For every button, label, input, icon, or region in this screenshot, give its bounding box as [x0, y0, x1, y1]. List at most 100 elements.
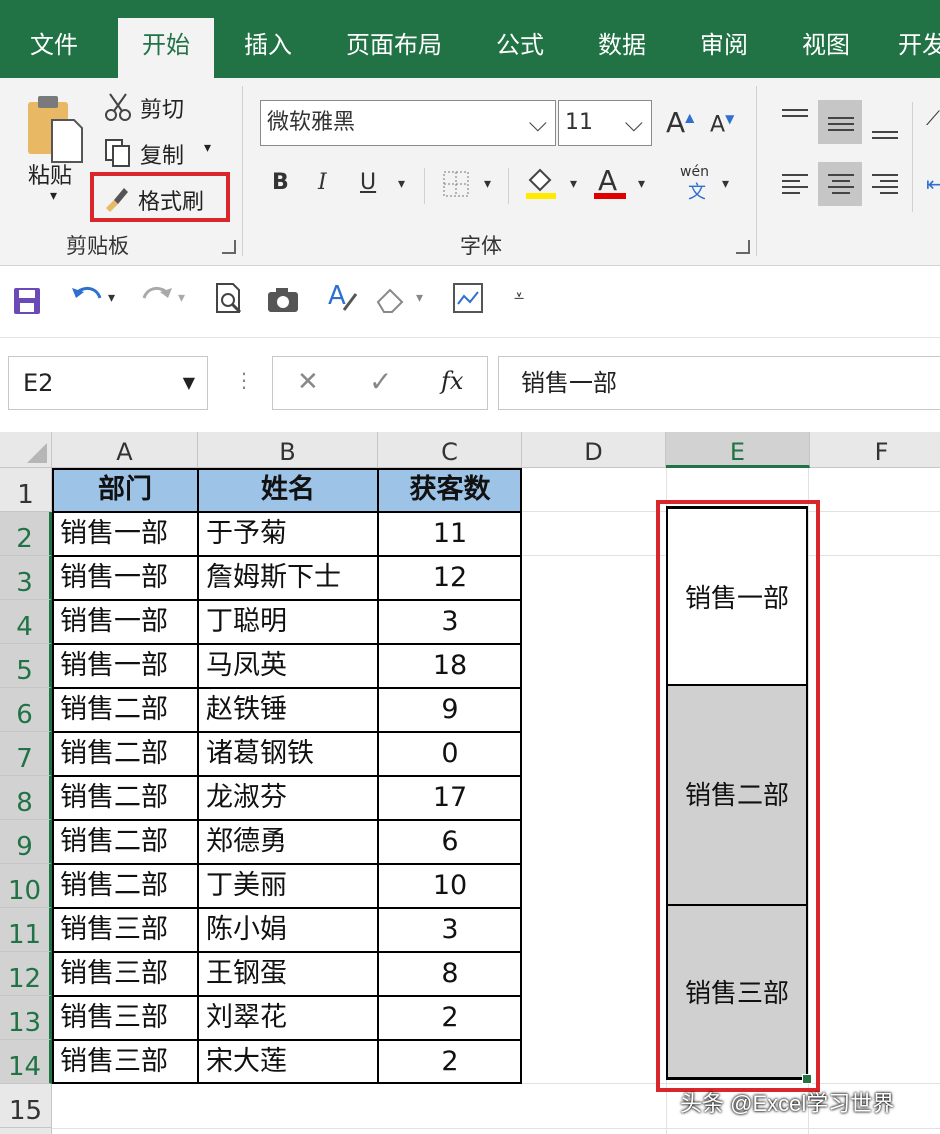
increase-font-icon[interactable]: A▲	[666, 106, 694, 139]
cell-department[interactable]: 销售三部	[52, 908, 198, 952]
tab-review[interactable]: 审阅	[678, 0, 770, 78]
indent-icon[interactable]: ⇤	[926, 172, 940, 196]
copy-button[interactable]: 复制 ▾	[104, 136, 224, 170]
cell-customers[interactable]: 8	[378, 952, 522, 996]
font-color-button[interactable]: A	[594, 164, 628, 200]
chevron-down-icon[interactable]: ▾	[178, 290, 185, 306]
cell-name[interactable]: 龙淑芬	[198, 776, 378, 820]
dialog-launcher-icon[interactable]	[222, 240, 236, 254]
cell-department[interactable]: 销售三部	[52, 1040, 198, 1084]
cell-name[interactable]: 赵铁锤	[198, 688, 378, 732]
font-name-select[interactable]: 微软雅黑 ⌵	[260, 100, 556, 146]
format-painter-button[interactable]: 格式刷	[102, 182, 222, 216]
cell-customers[interactable]: 0	[378, 732, 522, 776]
tab-home[interactable]: 开始	[118, 18, 214, 78]
table-header-department[interactable]: 部门	[52, 468, 198, 512]
row-header-5[interactable]: 5	[0, 644, 52, 688]
align-left-icon[interactable]	[780, 172, 810, 196]
row-header-16[interactable]: 16	[0, 1128, 52, 1134]
text-style-icon[interactable]: A	[326, 280, 360, 314]
cell-name[interactable]: 丁美丽	[198, 864, 378, 908]
row-header-11[interactable]: 11	[0, 908, 52, 952]
row-header-4[interactable]: 4	[0, 600, 52, 644]
cell-name[interactable]: 于予菊	[198, 512, 378, 556]
phonetic-button[interactable]: wén 文	[680, 164, 720, 204]
align-top-icon[interactable]	[780, 108, 810, 128]
cell-name[interactable]: 刘翠花	[198, 996, 378, 1040]
cell-name[interactable]: 马凤英	[198, 644, 378, 688]
row-header-10[interactable]: 10	[0, 864, 52, 908]
cell-customers[interactable]: 18	[378, 644, 522, 688]
borders-icon[interactable]	[442, 170, 470, 198]
cell-name[interactable]: 陈小娟	[198, 908, 378, 952]
row-header-13[interactable]: 13	[0, 996, 52, 1040]
chevron-down-icon[interactable]: ▾	[570, 176, 577, 192]
save-icon[interactable]	[12, 286, 42, 316]
name-box[interactable]: E2 ▼	[8, 356, 208, 410]
table-header-customers[interactable]: 获客数	[378, 468, 522, 512]
cell-name[interactable]: 詹姆斯下士	[198, 556, 378, 600]
row-header-1[interactable]: 1	[0, 468, 52, 512]
chevron-down-icon[interactable]: ▾	[108, 290, 115, 306]
column-header-a[interactable]: A	[52, 432, 198, 468]
cell-customers[interactable]: 3	[378, 908, 522, 952]
cell-name[interactable]: 王钢蛋	[198, 952, 378, 996]
row-header-2[interactable]: 2	[0, 512, 52, 556]
fill-handle[interactable]	[802, 1074, 812, 1084]
cell-department[interactable]: 销售一部	[52, 512, 198, 556]
tab-developer[interactable]: 开发	[886, 0, 940, 78]
cell-name[interactable]: 宋大莲	[198, 1040, 378, 1084]
cell-department[interactable]: 销售二部	[52, 864, 198, 908]
fill-color-icon[interactable]	[524, 166, 558, 200]
cell-name[interactable]: 诸葛钢铁	[198, 732, 378, 776]
cell-department[interactable]: 销售二部	[52, 820, 198, 864]
cell-customers[interactable]: 12	[378, 556, 522, 600]
redo-icon[interactable]	[140, 282, 174, 312]
formula-input[interactable]: 销售一部	[498, 356, 940, 410]
row-header-3[interactable]: 3	[0, 556, 52, 600]
cell-customers[interactable]: 2	[378, 996, 522, 1040]
chevron-down-icon[interactable]: ▾	[638, 176, 645, 192]
row-header-7[interactable]: 7	[0, 732, 52, 776]
cell-department[interactable]: 销售三部	[52, 952, 198, 996]
cell-customers[interactable]: 2	[378, 1040, 522, 1084]
tab-page-layout[interactable]: 页面布局	[330, 0, 458, 78]
tab-formulas[interactable]: 公式	[474, 0, 566, 78]
tab-file[interactable]: 文件	[0, 0, 108, 78]
camera-icon[interactable]	[266, 286, 300, 314]
align-bottom-icon[interactable]	[870, 122, 900, 142]
customize-toolbar-icon[interactable]: ⩡	[514, 286, 524, 307]
row-header-8[interactable]: 8	[0, 776, 52, 820]
select-all-button[interactable]	[0, 432, 52, 468]
tab-data[interactable]: 数据	[576, 0, 668, 78]
cell-customers[interactable]: 11	[378, 512, 522, 556]
column-header-b[interactable]: B	[198, 432, 378, 468]
column-header-d[interactable]: D	[522, 432, 666, 468]
cell-department[interactable]: 销售二部	[52, 732, 198, 776]
cell-department[interactable]: 销售一部	[52, 644, 198, 688]
row-header-14[interactable]: 14	[0, 1040, 52, 1084]
bold-button[interactable]: B	[272, 170, 289, 195]
column-header-f[interactable]: F	[810, 432, 940, 468]
decrease-font-icon[interactable]: A▼	[710, 112, 734, 137]
cell-department[interactable]: 销售二部	[52, 688, 198, 732]
chart-form-icon[interactable]	[452, 282, 484, 314]
undo-icon[interactable]	[70, 282, 104, 312]
column-header-c[interactable]: C	[378, 432, 522, 468]
align-right-icon[interactable]	[870, 172, 900, 196]
chevron-down-icon[interactable]: ▾	[722, 176, 729, 192]
cell-customers[interactable]: 3	[378, 600, 522, 644]
insert-function-button[interactable]: fx	[441, 367, 463, 395]
cell-customers[interactable]: 17	[378, 776, 522, 820]
cell-department[interactable]: 销售三部	[52, 996, 198, 1040]
font-size-select[interactable]: 11 ⌵	[558, 100, 652, 146]
italic-button[interactable]: I	[318, 170, 327, 195]
row-header-9[interactable]: 9	[0, 820, 52, 864]
cell-department[interactable]: 销售一部	[52, 556, 198, 600]
chevron-down-icon[interactable]: ▾	[398, 176, 405, 192]
eraser-icon[interactable]	[374, 284, 408, 314]
cancel-icon[interactable]: ✕	[297, 367, 319, 397]
cell-name[interactable]: 丁聪明	[198, 600, 378, 644]
cell-department[interactable]: 销售一部	[52, 600, 198, 644]
underline-button[interactable]: U	[360, 170, 376, 195]
